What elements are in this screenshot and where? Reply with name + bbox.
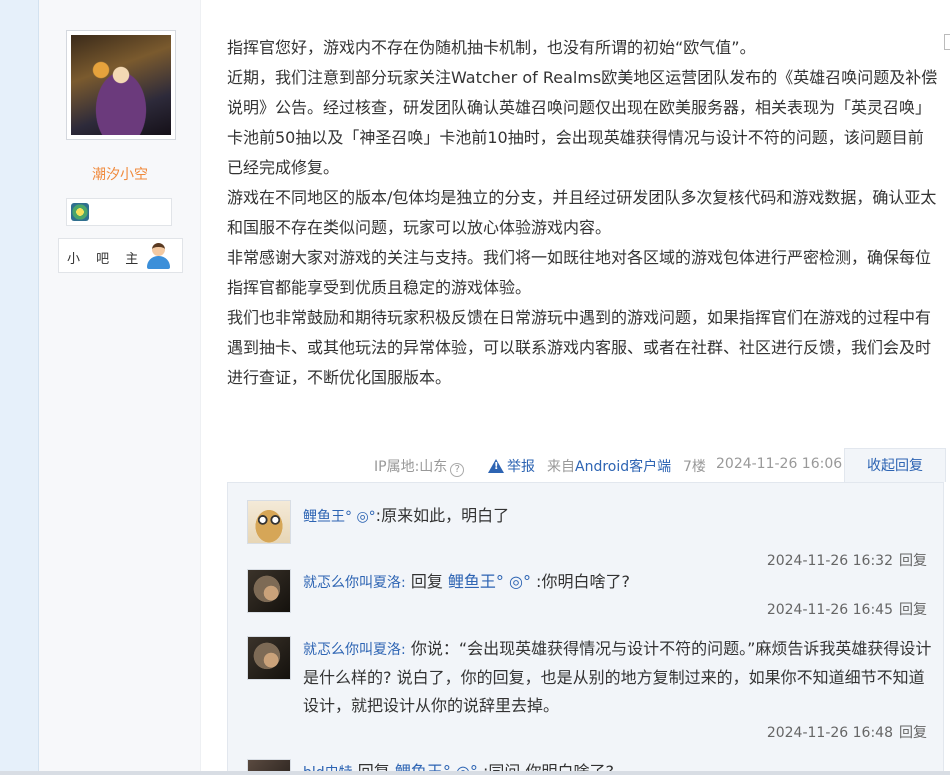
ip-location-text: IP属地:山东 (374, 459, 448, 475)
author-avatar-image (71, 35, 171, 135)
reply-body: 就忑么你叫夏洛: 回复 鲤鱼王° ◎° :你明白啥了? (303, 568, 933, 597)
reply-time: 2024-11-26 16:48 (766, 725, 893, 741)
reply-username[interactable]: 就忑么你叫夏洛: (303, 642, 406, 658)
reply-text: :原来如此，明白了 (375, 506, 510, 525)
report-link[interactable]: 举报 (488, 456, 535, 476)
post-paragraph: 游戏在不同地区的版本/包体均是独立的分支，并且经过研发团队多次复核代码和游戏数据… (227, 188, 937, 237)
report-label: 举报 (507, 459, 535, 475)
reply-time: 2024-11-26 16:32 (766, 553, 893, 569)
reply-username[interactable]: 鲤鱼王° ◎° (303, 509, 376, 525)
reply-avatar[interactable] (247, 569, 291, 613)
author-avatar[interactable] (66, 30, 176, 140)
reply-username[interactable]: 就忑么你叫夏洛: (303, 575, 406, 591)
reply-footer: 2024-11-26 16:32 回复 (767, 550, 927, 570)
reply-time: 2024-11-26 16:45 (766, 602, 893, 618)
collapse-replies-button[interactable]: 收起回复 (844, 448, 946, 482)
post-meta-bar: IP属地:山东? 举报 来自Android客户端 7楼 2024-11-26 1… (202, 448, 950, 482)
reply-avatar[interactable] (247, 636, 291, 680)
post-paragraph: 非常感谢大家对游戏的关注与支持。我们将一如既往地对各区域的游戏包体进行严密检测，… (227, 248, 932, 297)
post-time: 2024-11-26 16:06 (716, 456, 843, 472)
reply-target[interactable]: 鲤鱼王° ◎° (448, 572, 531, 591)
reply-text: :你明白啥了? (530, 572, 630, 591)
client-source: 来自Android客户端 (547, 456, 671, 476)
post-paragraph: 指挥官您好，游戏内不存在伪随机抽卡机制，也没有所谓的初始“欧气值”。 (227, 38, 756, 57)
level-badge[interactable] (66, 198, 172, 226)
reply-body: 就忑么你叫夏洛: 你说：“会出现英雄获得情况与设计不符的问题。”麻烦告诉我英雄获… (303, 635, 933, 720)
corner-bracket (944, 34, 950, 50)
level-icon (71, 203, 89, 221)
reply-body: 鲤鱼王° ◎°:原来如此，明白了 (303, 502, 933, 531)
author-column: 潮汐小空 小 吧 主 (39, 0, 201, 775)
warning-icon (488, 459, 504, 473)
role-badge: 小 吧 主 (58, 238, 183, 273)
ip-location: IP属地:山东? (374, 456, 465, 477)
client-link[interactable]: Android客户端 (575, 459, 671, 475)
post-paragraph: 我们也非常鼓励和期待玩家积极反馈在日常游玩中遇到的游戏问题，如果指挥官们在游戏的… (227, 308, 932, 387)
post-paragraph: 近期，我们注意到部分玩家关注Watcher of Realms欧美地区运营团队发… (227, 68, 938, 177)
horizontal-scrollbar[interactable] (0, 771, 950, 775)
reply-footer: 2024-11-26 16:48 回复 (767, 722, 927, 742)
reply-footer: 2024-11-26 16:45 回复 (767, 599, 927, 619)
left-gutter (0, 0, 39, 775)
moderator-icon (146, 243, 170, 269)
reply-list: 鲤鱼王° ◎°:原来如此，明白了 2024-11-26 16:32 回复 就忑么你… (227, 482, 944, 775)
help-icon[interactable]: ? (450, 463, 465, 477)
reply-button[interactable]: 回复 (899, 553, 927, 569)
client-prefix: 来自 (547, 459, 575, 475)
reply-prefix: 回复 (410, 572, 448, 591)
reply-button[interactable]: 回复 (899, 602, 927, 618)
role-label: 小 吧 主 (67, 252, 145, 267)
floor-number: 7楼 (683, 459, 706, 475)
post-content: 指挥官您好，游戏内不存在伪随机抽卡机制，也没有所谓的初始“欧气值”。 近期，我们… (227, 33, 939, 393)
reply-button[interactable]: 回复 (899, 725, 927, 741)
author-name[interactable]: 潮汐小空 (39, 164, 201, 184)
reply-avatar[interactable] (247, 500, 291, 544)
